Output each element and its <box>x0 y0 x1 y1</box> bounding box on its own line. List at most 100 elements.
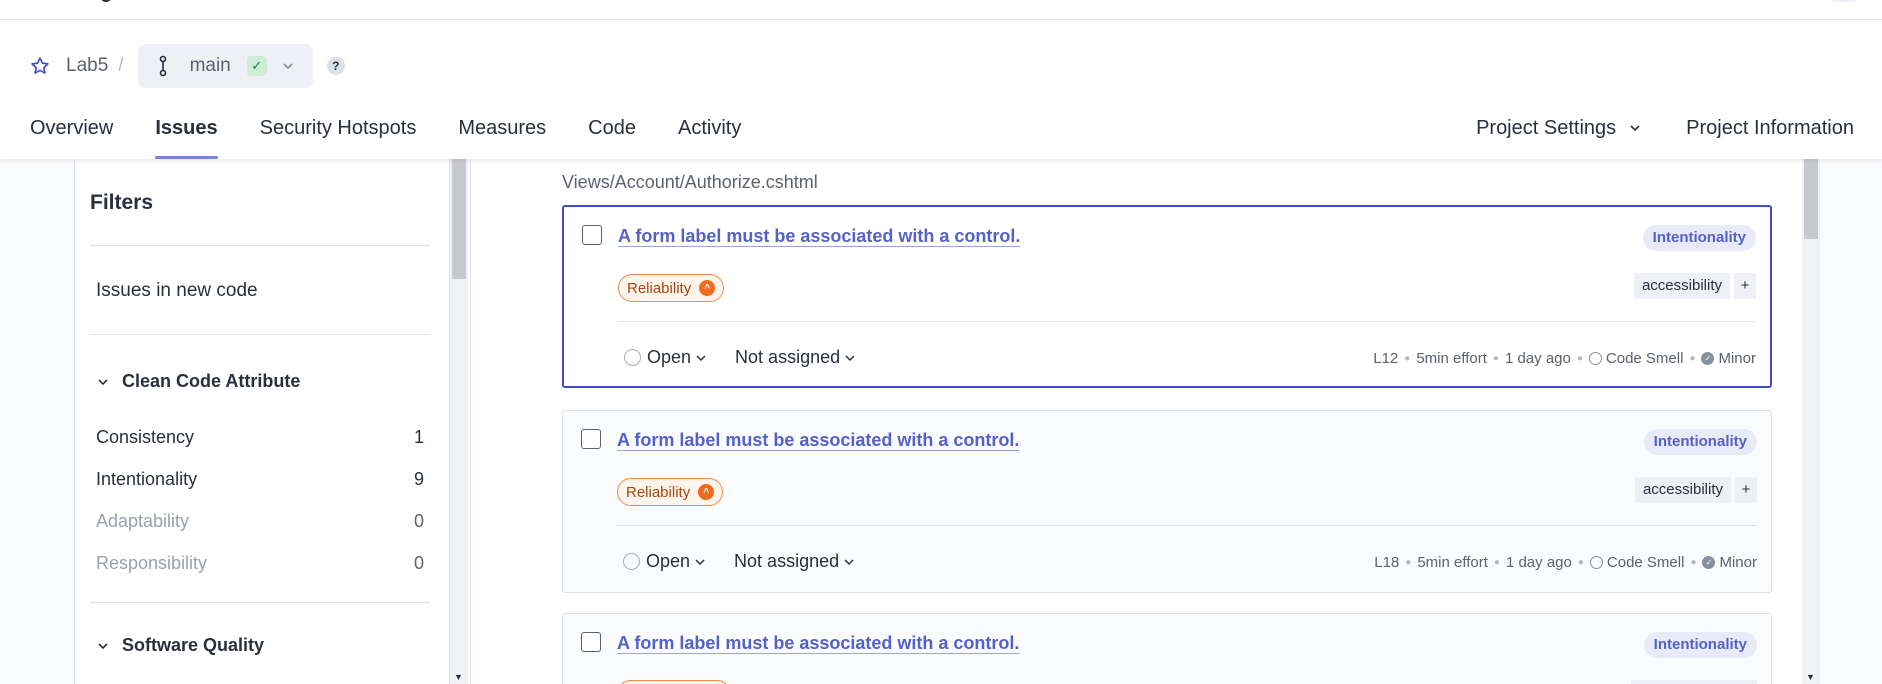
tag: accessibility <box>1634 477 1731 503</box>
assignee-dropdown[interactable]: Not assigned <box>735 347 856 368</box>
tags-editor[interactable]: accessibility + <box>1633 273 1756 299</box>
issues-list-panel: Views/Account/Authorize.cshtml A form la… <box>470 159 1802 684</box>
issue-checkbox[interactable] <box>581 429 601 449</box>
help-icon[interactable]: ? <box>326 57 345 75</box>
tags-editor[interactable]: accessibility + <box>1634 477 1757 503</box>
facet-item-count: 1 <box>413 427 424 447</box>
chevron-down-icon <box>96 375 110 389</box>
clean-code-attribute-badge[interactable]: Intentionality <box>1642 225 1756 251</box>
impact-label: Reliability <box>627 279 692 297</box>
chevron-down-icon <box>1630 125 1640 132</box>
severity-minor-icon: ✓ <box>1702 556 1716 569</box>
breadcrumb-separator: / <box>118 55 124 76</box>
add-tag-icon[interactable]: + <box>1734 273 1756 299</box>
facet-item-responsibility[interactable]: Responsibility 0 <box>96 553 424 574</box>
chevron-down-icon <box>694 556 706 568</box>
issues-in-new-code-toggle[interactable]: Issues in new code <box>96 280 258 302</box>
issue-checkbox[interactable] <box>581 632 601 652</box>
facet-item-count: 9 <box>413 469 424 489</box>
branch-icon <box>156 55 170 77</box>
facet-item-consistency[interactable]: Consistency 1 <box>96 427 424 448</box>
issue-severity: Minor <box>1718 350 1756 367</box>
assignee-label: Not assigned <box>734 551 840 571</box>
facet-title: Clean Code Attribute <box>122 371 301 391</box>
facet-item-intentionality[interactable]: Intentionality 9 <box>96 469 424 490</box>
issue-title-link[interactable]: A form label must be associated with a c… <box>617 633 1019 654</box>
assignee-label: Not assigned <box>735 347 841 367</box>
issue-card[interactable]: A form label must be associated with a c… <box>562 410 1772 593</box>
project-name-link[interactable]: Lab5 <box>66 55 108 77</box>
project-settings-menu[interactable]: Project Settings <box>1476 113 1642 159</box>
separator-dot: ● <box>1404 353 1411 364</box>
issue-type: Code Smell <box>1606 554 1685 571</box>
filters-sidebar: Filters Issues in new code Clean Code At… <box>74 159 450 684</box>
tab-code[interactable]: Code <box>588 113 636 159</box>
software-quality-impact-badge[interactable]: Reliability ^ <box>618 274 725 302</box>
issue-type: Code Smell <box>1605 350 1684 367</box>
clean-code-attribute-badge[interactable]: Intentionality <box>1643 632 1757 658</box>
filters-title: Filters <box>90 191 154 214</box>
status-dropdown[interactable]: Open <box>646 551 690 572</box>
facet-software-quality[interactable]: Software Quality <box>96 635 264 656</box>
issue-checkbox[interactable] <box>582 225 602 245</box>
chevron-down-icon <box>843 556 855 568</box>
facet-item-adaptability[interactable]: Adaptability 0 <box>96 511 424 532</box>
software-quality-impact-badge[interactable] <box>617 680 731 684</box>
facet-item-count: 0 <box>413 511 424 531</box>
chevron-down-icon <box>695 352 707 364</box>
divider <box>90 245 430 246</box>
status-icon <box>624 349 641 366</box>
facet-clean-code-attribute[interactable]: Clean Code Attribute <box>96 371 300 392</box>
issue-age: 1 day ago <box>1504 350 1571 367</box>
issue-severity: Minor <box>1719 554 1757 571</box>
project-information-link[interactable]: Project Information <box>1686 113 1854 159</box>
main-scrollbar[interactable]: ▼ <box>1802 159 1820 684</box>
chevron-down-icon <box>96 639 110 653</box>
line-number-link[interactable]: L12 <box>1373 350 1398 367</box>
scroll-down-arrow-icon[interactable]: ▼ <box>1806 672 1815 682</box>
facet-item-label: Consistency <box>96 427 195 447</box>
tab-activity[interactable]: Activity <box>678 113 741 159</box>
global-navbar <box>0 0 1882 20</box>
scrollbar-thumb[interactable] <box>1804 159 1818 239</box>
tag: accessibility <box>1633 273 1730 299</box>
issue-card[interactable]: A form label must be associated with a c… <box>562 613 1772 684</box>
clean-code-attribute-badge[interactable]: Intentionality <box>1643 429 1757 455</box>
chevron-down-icon <box>281 59 295 73</box>
star-icon[interactable] <box>30 55 52 77</box>
scroll-down-arrow-icon[interactable]: ▼ <box>454 672 463 682</box>
tab-measures[interactable]: Measures <box>458 113 546 159</box>
facet-item-count: 0 <box>413 553 424 573</box>
facet-item-label: Responsibility <box>96 553 208 573</box>
divider <box>90 334 430 335</box>
add-tag-icon[interactable]: + <box>1735 477 1757 503</box>
sidebar-scrollbar[interactable]: ▼ <box>450 159 468 684</box>
facet-title: Software Quality <box>122 635 265 655</box>
line-number-link[interactable]: L18 <box>1374 554 1399 571</box>
code-smell-icon <box>1589 556 1603 569</box>
branch-name: main <box>189 55 231 76</box>
chevron-down-icon <box>844 352 856 364</box>
search-icon[interactable] <box>100 0 112 2</box>
project-settings-label: Project Settings <box>1476 117 1617 139</box>
issue-actions: Open Not assigned <box>624 347 856 368</box>
severity-minor-icon: ✓ <box>1701 352 1715 365</box>
separator-dot: ● <box>1576 353 1583 364</box>
issue-title-link[interactable]: A form label must be associated with a c… <box>617 430 1019 451</box>
software-quality-impact-badge[interactable]: Reliability ^ <box>617 478 724 506</box>
issue-card[interactable]: A form label must be associated with a c… <box>562 205 1772 388</box>
tab-issues[interactable]: Issues <box>155 113 218 159</box>
tags-editor[interactable] <box>1631 680 1757 684</box>
tab-security-hotspots[interactable]: Security Hotspots <box>260 113 417 159</box>
facet-item-label: Adaptability <box>96 511 190 531</box>
tab-overview[interactable]: Overview <box>30 113 113 159</box>
issue-title-link[interactable]: A form label must be associated with a c… <box>618 226 1020 247</box>
facet-item-label: Intentionality <box>96 469 198 489</box>
user-menu-button[interactable] <box>1830 0 1858 2</box>
divider <box>617 525 1757 526</box>
scrollbar-thumb[interactable] <box>452 159 466 279</box>
issue-meta: L12 ● 5min effort ● 1 day ago ● Code Sme… <box>1373 350 1756 367</box>
assignee-dropdown[interactable]: Not assigned <box>734 551 855 572</box>
branch-selector[interactable]: main ✓ <box>137 44 313 88</box>
status-dropdown[interactable]: Open <box>647 347 691 368</box>
